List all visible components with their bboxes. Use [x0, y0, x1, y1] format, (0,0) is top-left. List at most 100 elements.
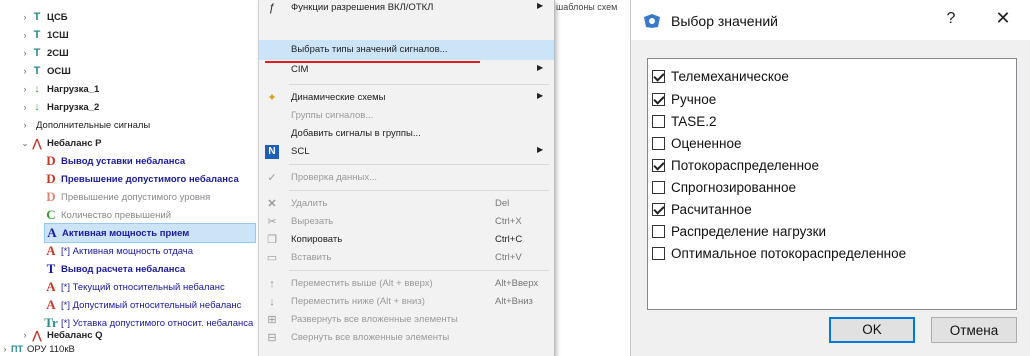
discrete-signal-icon: D: [46, 153, 56, 168]
dialog-titlebar: Выбор значений ? ✕: [631, 0, 1030, 40]
tree-item[interactable]: C Количество превышений: [44, 206, 171, 224]
checkbox[interactable]: [652, 69, 665, 83]
option-label: Ручное: [671, 91, 717, 107]
chevron-right-icon[interactable]: ›: [20, 84, 30, 94]
option-telemechanical[interactable]: Телемеханическое: [652, 65, 789, 87]
chevron-right-icon[interactable]: ›: [20, 66, 30, 76]
menu-item-expand-all[interactable]: ⊞ Развернуть все вложенные элементы: [259, 310, 554, 330]
checkbox[interactable]: [652, 202, 665, 216]
cancel-button[interactable]: Отмена: [931, 317, 1017, 343]
option-tase2[interactable]: TASE.2: [652, 110, 717, 132]
menu-item-signal-groups[interactable]: Группы сигналов...: [259, 106, 554, 126]
tree-item-label: Превышение допустимого уровня: [61, 191, 211, 203]
tree-item[interactable]: › ПТ ОРУ 110кВ: [0, 340, 75, 356]
option-label: Расчитанное: [671, 201, 752, 217]
checkbox[interactable]: [652, 158, 665, 172]
chevron-down-icon[interactable]: ⌄: [20, 138, 30, 149]
menu-item-move-up[interactable]: ↑ Переместить выше (Alt + вверх) Alt+Вве…: [259, 274, 554, 294]
menu-item-check-data[interactable]: ✓ Проверка данных...: [259, 168, 554, 188]
counter-signal-icon: C: [46, 207, 56, 222]
close-button[interactable]: ✕: [991, 8, 1015, 29]
menu-item-enable-functions[interactable]: ƒ Функции разрешения ВКЛ/ОТКЛ ▶: [259, 0, 554, 18]
tree-item[interactable]: T Вывод расчета небаланса: [44, 260, 186, 278]
submenu-arrow-icon: ▶: [537, 91, 544, 100]
tree-item[interactable]: › Т ОСШ: [20, 62, 71, 80]
option-calculated[interactable]: Расчитанное: [652, 198, 752, 220]
checkbox[interactable]: [652, 224, 665, 238]
analog-signal-icon: A: [46, 279, 56, 294]
tree-item[interactable]: ⌄ ⋀ Небаланс Р: [20, 134, 102, 152]
chevron-right-icon[interactable]: ›: [20, 330, 30, 340]
tree-item-label: ОРУ 110кВ: [27, 343, 75, 355]
tree-item[interactable]: A [*] Допустимый относительный небаланс: [44, 296, 241, 314]
shortcut-label: Ctrl+C: [495, 234, 523, 245]
menu-item-copy[interactable]: ❐ Копировать Ctrl+C: [259, 230, 554, 250]
menu-item-scl[interactable]: N SCL ▶: [259, 142, 554, 162]
option-forecasted[interactable]: Спрогнозированное: [652, 176, 796, 198]
option-estimated[interactable]: Оцененное: [652, 132, 741, 154]
menu-item-label: Переместить выше (Alt + вверх): [291, 278, 433, 289]
checkbox[interactable]: [652, 136, 665, 150]
tree-item[interactable]: A [*] Активная мощность отдача: [44, 242, 193, 260]
tree-item-label: [*] Допустимый относительный небаланс: [61, 299, 242, 311]
shortcut-label: Alt+Вниз: [495, 296, 533, 307]
chevron-right-icon[interactable]: ›: [20, 48, 30, 58]
tree-item[interactable]: › Т ЦСБ: [20, 8, 68, 26]
tree-item[interactable]: › Дополнительные сигналы: [20, 116, 151, 134]
ok-button[interactable]: OK: [829, 317, 915, 343]
menu-item-label: Динамические схемы: [291, 92, 386, 103]
bus-icon: Т: [33, 47, 41, 59]
menu-item-add-to-groups[interactable]: Добавить сигналы в группы...: [259, 124, 554, 144]
tree-item[interactable]: D Вывод уставки небаланса: [44, 152, 185, 170]
value-selection-dialog: Выбор значений ? ✕ Телемеханическое Ручн…: [630, 0, 1030, 356]
tree-item-label: ЦСБ: [47, 11, 68, 23]
option-load-distribution[interactable]: Распределение нагрузки: [652, 220, 826, 242]
tree-item[interactable]: › ↓ Нагрузка_1: [20, 80, 100, 98]
tree-item-label: ОСШ: [47, 65, 71, 77]
menu-item-label: CIM: [291, 64, 309, 75]
option-flow-distributed[interactable]: Потокораспределенное: [652, 154, 819, 176]
menu-item-cut[interactable]: ✂ Вырезать Ctrl+X: [259, 212, 554, 232]
text-signal-icon: T: [46, 261, 56, 276]
app-icon: [644, 14, 660, 28]
tree-item[interactable]: D Превышение допустимого уровня: [44, 188, 210, 206]
option-optimal-flow[interactable]: Оптимальное потокораспределенное: [652, 242, 906, 264]
tree-item[interactable]: A [*] Текущий относительный небаланс: [44, 278, 224, 296]
menu-item-dynamic-schemes[interactable]: ✦ Динамические схемы ▶: [259, 88, 554, 108]
tree-item-label: Превышение допустимого небаланса: [61, 173, 239, 185]
menu-item-delete[interactable]: ✕ Удалить Del: [259, 194, 554, 214]
dynamic-scheme-icon: ✦: [267, 92, 277, 104]
load-arrow-icon: ↓: [34, 83, 40, 95]
option-label: Оцененное: [671, 135, 742, 151]
menu-item-cim[interactable]: CIM ▶: [259, 60, 554, 80]
menu-item-select-value-types[interactable]: Выбрать типы значений сигналов...: [259, 40, 554, 60]
menu-item-paste[interactable]: ▭ Вставить Ctrl+V: [259, 248, 554, 268]
tree-item-selected[interactable]: A Активная мощность прием: [44, 223, 256, 243]
chevron-right-icon[interactable]: ›: [0, 344, 10, 354]
analog-signal-icon: A: [47, 225, 57, 240]
check-icon: ✓: [267, 172, 277, 184]
option-manual[interactable]: Ручное: [652, 88, 716, 110]
menu-item-move-down[interactable]: ↓ Переместить ниже (Alt + вниз) Alt+Вниз: [259, 292, 554, 312]
help-button[interactable]: ?: [941, 10, 961, 28]
tree-item[interactable]: D Превышение допустимого небаланса: [44, 170, 239, 188]
checkbox[interactable]: [652, 114, 665, 128]
checkbox[interactable]: [652, 246, 665, 260]
shortcut-label: Ctrl+X: [495, 216, 522, 227]
checkbox[interactable]: [652, 92, 665, 106]
tree-item[interactable]: › Т 2СШ: [20, 44, 69, 62]
checkbox[interactable]: [652, 180, 665, 194]
load-arrow-icon: ↓: [34, 101, 40, 113]
chevron-right-icon[interactable]: ›: [20, 120, 30, 130]
tree-item[interactable]: › ↓ Нагрузка_2: [20, 98, 100, 116]
tree-item-label: Вывод расчета небаланса: [61, 263, 186, 275]
chevron-right-icon[interactable]: ›: [20, 30, 30, 40]
menu-item-label: Добавить сигналы в группы...: [291, 128, 421, 139]
chevron-right-icon[interactable]: ›: [20, 102, 30, 112]
tree-item-label: Небаланс Р: [47, 137, 102, 149]
tree-item[interactable]: › Т 1СШ: [20, 26, 69, 44]
value-types-list: Телемеханическое Ручное TASE.2 Оцененное…: [647, 58, 1017, 310]
tree-item-label: Количество превышений: [61, 209, 172, 221]
chevron-right-icon[interactable]: ›: [20, 12, 30, 22]
menu-item-collapse-all[interactable]: ⊟ Свернуть все вложенные элементы: [259, 328, 554, 348]
